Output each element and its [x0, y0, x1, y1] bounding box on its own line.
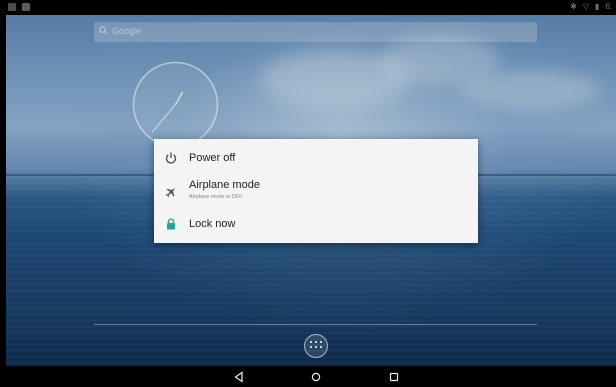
airplane-mode-option[interactable]: Airplane mode Airplane mode is OFF: [154, 179, 478, 205]
all-apps-button[interactable]: [304, 334, 328, 358]
home-icon[interactable]: [309, 370, 323, 384]
lock-now-label: Lock now: [189, 218, 236, 230]
lock-icon: [167, 218, 175, 230]
lock-now-option[interactable]: Lock now: [154, 216, 478, 232]
back-icon[interactable]: [232, 370, 246, 384]
recents-icon[interactable]: [387, 370, 401, 384]
airplane-mode-label: Airplane mode: [189, 179, 260, 191]
dock-divider: [94, 324, 537, 325]
power-icon: [165, 152, 177, 164]
power-off-option[interactable]: Power off: [154, 150, 478, 166]
airplane-mode-status: Airplane mode is OFF: [189, 194, 243, 200]
power-off-label: Power off: [189, 152, 236, 164]
all-apps-icon: [310, 341, 322, 351]
power-menu-dialog: Power off Airplane mode Airplane mode is…: [154, 139, 478, 243]
airplane-icon: [165, 187, 176, 198]
navigation-bar: [0, 366, 616, 387]
